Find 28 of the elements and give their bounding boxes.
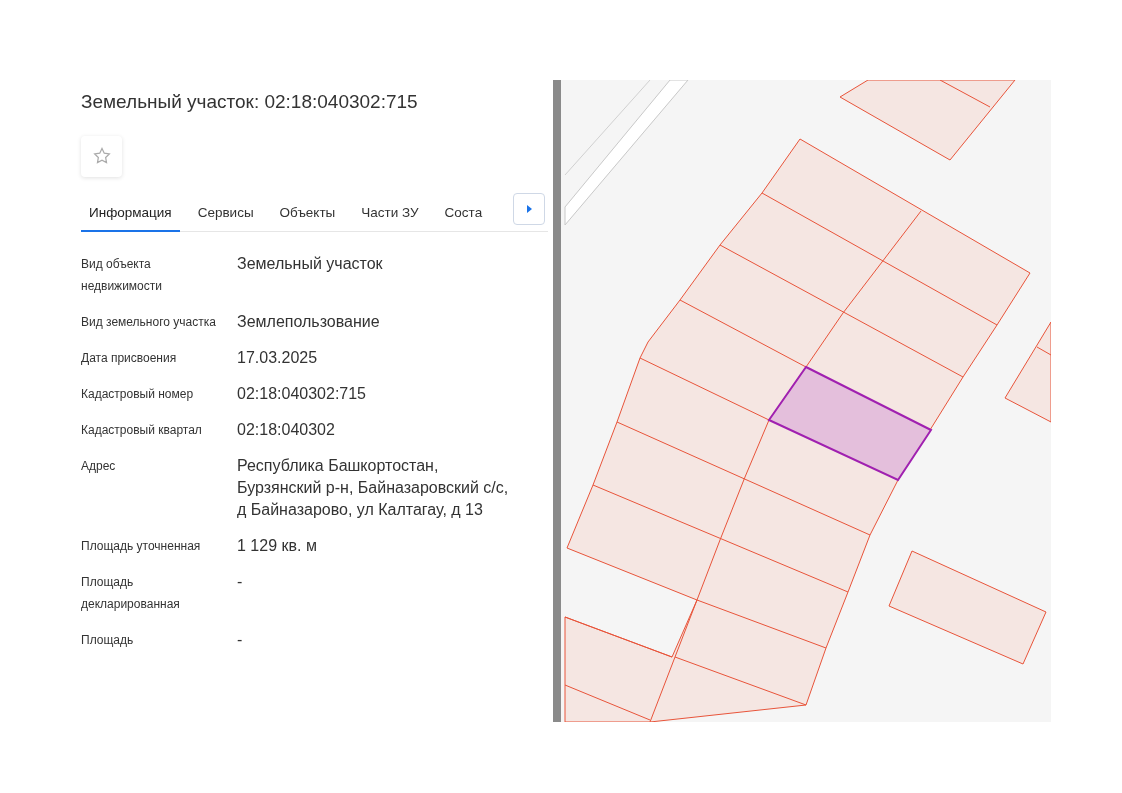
field-label: Адрес [81, 457, 117, 475]
field-value: 1 129 кв. м [237, 535, 318, 556]
field-label: Вид объекта недвижимости [81, 255, 163, 295]
scroll-tabs-button[interactable] [513, 192, 545, 225]
field-label: Дата присвоения [81, 349, 178, 367]
field-label: Площадь уточненная [81, 537, 202, 555]
field-value: - [237, 629, 244, 650]
tab[interactable]: Части ЗУ [353, 196, 427, 232]
tab[interactable]: Информация [81, 196, 180, 232]
field-value: 02:18:040302:715 [237, 383, 367, 404]
field-label: Вид земельного участка [81, 313, 217, 331]
field-value: Землепользование [237, 311, 381, 332]
field-value: Земельный участок [237, 253, 384, 274]
tab[interactable]: Сервисы [189, 196, 262, 232]
page-title: Земельный участок: 02:18:040302:715 [81, 90, 418, 114]
field-label: Кадастровый квартал [81, 421, 203, 439]
field-value: 02:18:040302 [237, 419, 336, 440]
star-icon [91, 146, 112, 166]
field-value: 17.03.2025 [237, 347, 319, 368]
field-value: Республика Башкортостан, Бурзянский р-н, Байназаровский с/с, д Байназарово, ул Калтагау, д 13 [237, 455, 510, 520]
field-value: - [237, 571, 244, 592]
tab[interactable]: Объекты [271, 196, 344, 232]
field-label: Кадастровый номер [81, 385, 195, 403]
field-label: Площадь декларированная [81, 573, 181, 613]
tab[interactable]: Соста [436, 196, 491, 232]
caret-right-icon [526, 204, 532, 213]
field-label: Площадь [81, 631, 135, 649]
favorite-button[interactable] [81, 135, 122, 177]
